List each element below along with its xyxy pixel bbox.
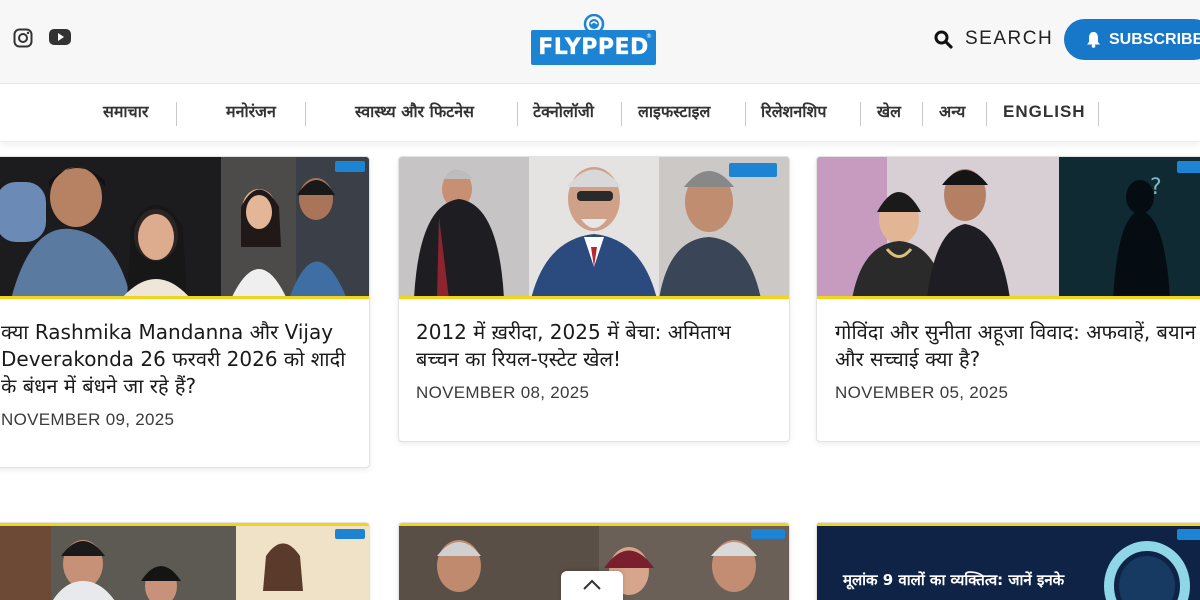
- bell-icon: [1087, 32, 1100, 48]
- nav-separator: [922, 102, 923, 126]
- search-button[interactable]: SEARCH: [934, 28, 1053, 50]
- search-label: SEARCH: [965, 28, 1054, 49]
- article-card[interactable]: [0, 522, 370, 600]
- thumbnail-overlay-text: मूलांक 9 वालों का व्यक्तित्व: जानें इनके: [843, 571, 1065, 589]
- youtube-icon[interactable]: [49, 28, 71, 50]
- nav-separator: [860, 102, 861, 126]
- nav-item-entertainment[interactable]: मनोरंजन: [226, 100, 276, 122]
- nav-separator: [305, 102, 306, 126]
- nav-item-technology[interactable]: टेक्नोलॉजी: [533, 100, 594, 122]
- search-icon: [934, 30, 953, 49]
- article-card[interactable]: ? गोविंदा और सुनीता अहूजा विवाद: अफवाहें…: [816, 156, 1200, 442]
- nav-separator: [745, 102, 746, 126]
- article-date: NOVEMBER 09, 2025: [1, 410, 175, 429]
- subscribe-label: SUBSCRIBE: [1109, 30, 1200, 48]
- nav-item-english[interactable]: ENGLISH: [1003, 102, 1086, 122]
- article-thumbnail: [0, 157, 369, 299]
- site-logo[interactable]: FLYPPED ®: [531, 14, 657, 66]
- article-card[interactable]: 2012 में ख़रीदा, 2025 में बेचा: अमिताभ ब…: [398, 156, 790, 442]
- article-card[interactable]: क्या Rashmika Mandanna और Vijay Deverako…: [0, 156, 370, 468]
- subscribe-button[interactable]: SUBSCRIBE: [1064, 19, 1200, 60]
- article-date: NOVEMBER 05, 2025: [835, 383, 1009, 402]
- nav-separator: [986, 102, 987, 126]
- article-thumbnail: [0, 523, 369, 600]
- nav-item-relationship[interactable]: रिलेशनशिप: [761, 100, 826, 122]
- chevron-up-icon: [583, 579, 601, 590]
- instagram-icon[interactable]: [13, 28, 33, 52]
- article-title[interactable]: 2012 में ख़रीदा, 2025 में बेचा: अमिताभ ब…: [416, 319, 776, 373]
- nav-separator: [517, 102, 518, 126]
- article-thumbnail: मूलांक 9 वालों का व्यक्तित्व: जानें इनके: [817, 523, 1200, 600]
- article-thumbnail: ?: [817, 157, 1200, 299]
- article-card[interactable]: मूलांक 9 वालों का व्यक्तित्व: जानें इनके: [816, 522, 1200, 600]
- nav-item-other[interactable]: अन्य: [939, 100, 965, 122]
- article-title[interactable]: क्या Rashmika Mandanna और Vijay Deverako…: [1, 319, 361, 400]
- nav-item-sports[interactable]: खेल: [877, 100, 901, 122]
- article-thumbnail: [399, 157, 789, 299]
- nav-item-health-fitness[interactable]: स्वास्थ्य और फिटनेस: [355, 100, 474, 122]
- nav-separator: [176, 102, 177, 126]
- site-header: FLYPPED ® SEARCH SUBSCRIBE: [0, 0, 1200, 84]
- svg-text:?: ?: [1150, 175, 1162, 200]
- logo-wordmark: FLYPPED: [531, 30, 656, 65]
- scroll-to-top-button[interactable]: [561, 571, 623, 600]
- article-date: NOVEMBER 08, 2025: [416, 383, 590, 402]
- registered-mark: ®: [646, 33, 652, 40]
- nav-separator: [1098, 102, 1099, 126]
- nav-item-news[interactable]: समाचार: [103, 100, 148, 122]
- article-title[interactable]: गोविंदा और सुनीता अहूजा विवाद: अफवाहें, …: [835, 319, 1200, 373]
- main-nav: समाचार मनोरंजन स्वास्थ्य और फिटनेस टेक्न…: [0, 85, 1200, 142]
- nav-separator: [621, 102, 622, 126]
- nav-item-lifestyle[interactable]: लाइफस्टाइल: [638, 100, 710, 122]
